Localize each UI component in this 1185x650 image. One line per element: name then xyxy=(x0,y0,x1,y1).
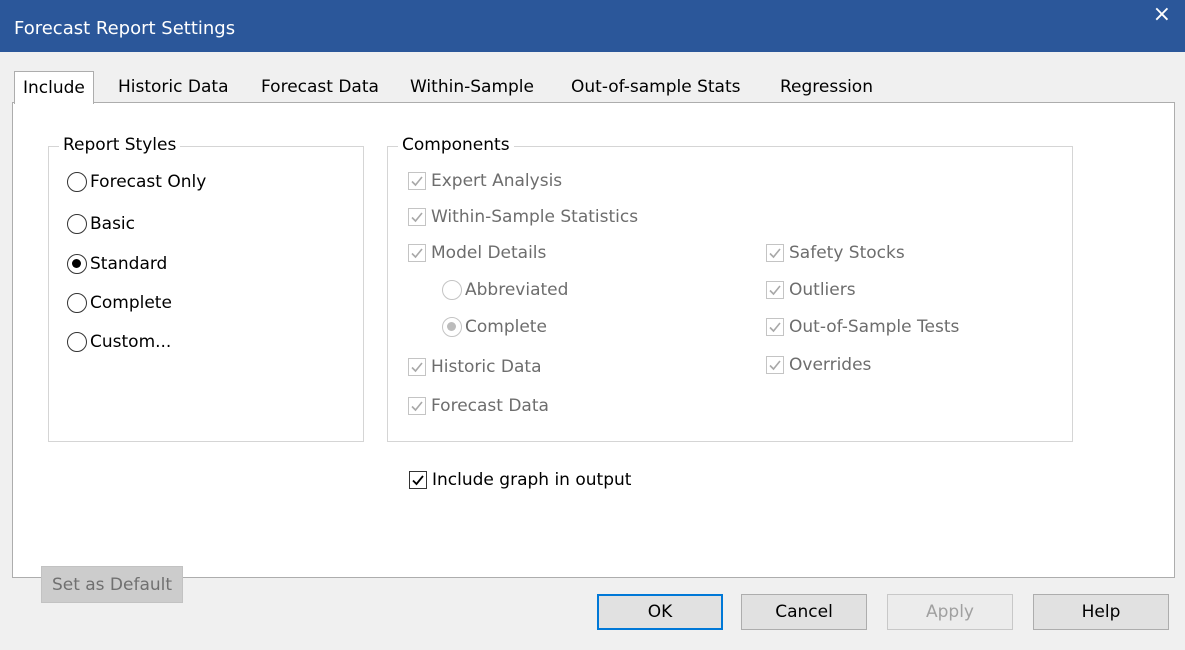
checkmark-icon xyxy=(769,285,781,296)
radio-button[interactable] xyxy=(67,332,87,352)
radio-basic[interactable]: Basic xyxy=(67,214,135,234)
close-icon[interactable]: × xyxy=(1153,4,1171,26)
apply-button[interactable]: Apply xyxy=(887,594,1013,630)
checkmark-icon xyxy=(411,362,423,373)
tab-within-sample[interactable]: Within-Sample xyxy=(410,75,534,103)
checkbox-label: Safety Stocks xyxy=(789,243,905,263)
radio-button[interactable] xyxy=(67,172,87,192)
checkmark-icon xyxy=(411,212,423,223)
components-group: Components Expert Analysis Within-Sample… xyxy=(387,135,1073,442)
title-bar: Forecast Report Settings × xyxy=(0,0,1185,52)
checkbox-box[interactable] xyxy=(408,397,426,415)
report-styles-group: Report Styles Forecast Only Basic Standa… xyxy=(48,135,364,442)
checkbox-label: Overrides xyxy=(789,355,872,375)
checkbox-within-sample-statistics[interactable]: Within-Sample Statistics xyxy=(408,207,638,227)
window-title: Forecast Report Settings xyxy=(14,18,236,39)
radio-label: Standard xyxy=(90,254,168,274)
checkbox-box[interactable] xyxy=(766,356,784,374)
radio-complete-detail[interactable]: Complete xyxy=(442,317,547,337)
checkbox-box[interactable] xyxy=(766,244,784,262)
checkbox-box[interactable] xyxy=(408,244,426,262)
checkmark-icon xyxy=(411,176,423,187)
checkbox-label: Include graph in output xyxy=(432,470,632,490)
checkbox-box[interactable] xyxy=(766,281,784,299)
checkmark-icon xyxy=(412,475,424,486)
radio-forecast-only[interactable]: Forecast Only xyxy=(67,172,206,192)
checkbox-box[interactable] xyxy=(408,358,426,376)
checkbox-out-of-sample-tests[interactable]: Out-of-Sample Tests xyxy=(766,317,959,337)
cancel-button[interactable]: Cancel xyxy=(741,594,867,630)
radio-label: Complete xyxy=(90,293,172,313)
report-styles-legend: Report Styles xyxy=(59,135,181,155)
checkmark-icon xyxy=(769,360,781,371)
checkbox-box[interactable] xyxy=(766,318,784,336)
checkmark-icon xyxy=(769,322,781,333)
radio-label: Forecast Only xyxy=(90,172,207,192)
checkbox-box[interactable] xyxy=(409,471,427,489)
checkbox-historic-data[interactable]: Historic Data xyxy=(408,357,541,377)
radio-complete[interactable]: Complete xyxy=(67,293,172,313)
checkbox-label: Outliers xyxy=(789,280,856,300)
checkmark-icon xyxy=(411,248,423,259)
checkbox-overrides[interactable]: Overrides xyxy=(766,355,871,375)
checkmark-icon xyxy=(411,401,423,412)
radio-abbreviated[interactable]: Abbreviated xyxy=(442,280,568,300)
radio-label: Abbreviated xyxy=(465,280,569,300)
checkbox-include-graph[interactable]: Include graph in output xyxy=(409,470,631,490)
radio-button[interactable] xyxy=(67,214,87,234)
radio-label: Complete xyxy=(465,317,547,337)
checkbox-outliers[interactable]: Outliers xyxy=(766,280,856,300)
radio-custom[interactable]: Custom... xyxy=(67,332,171,352)
tab-regression[interactable]: Regression xyxy=(780,75,873,103)
checkbox-forecast-data[interactable]: Forecast Data xyxy=(408,396,549,416)
radio-standard[interactable]: Standard xyxy=(67,254,167,274)
checkbox-label: Historic Data xyxy=(431,357,542,377)
radio-button-selected[interactable] xyxy=(67,254,87,274)
radio-button-selected[interactable] xyxy=(442,317,462,337)
checkbox-model-details[interactable]: Model Details xyxy=(408,243,546,263)
tab-include[interactable]: Include xyxy=(14,71,94,104)
radio-label: Custom... xyxy=(90,332,172,352)
checkbox-label: Model Details xyxy=(431,243,547,263)
checkbox-label: Within-Sample Statistics xyxy=(431,207,639,227)
tab-panel-include: Report Styles Forecast Only Basic Standa… xyxy=(12,102,1175,603)
checkbox-box[interactable] xyxy=(408,208,426,226)
components-legend: Components xyxy=(398,135,514,155)
checkbox-label: Forecast Data xyxy=(431,396,549,416)
tab-forecast-data[interactable]: Forecast Data xyxy=(261,75,379,103)
checkbox-label: Expert Analysis xyxy=(431,171,563,191)
tab-historic-data[interactable]: Historic Data xyxy=(118,75,228,103)
tab-out-of-sample-stats[interactable]: Out-of-sample Stats xyxy=(571,75,740,103)
checkbox-safety-stocks[interactable]: Safety Stocks xyxy=(766,243,905,263)
radio-button[interactable] xyxy=(442,280,462,300)
help-button[interactable]: Help xyxy=(1033,594,1169,630)
checkbox-box[interactable] xyxy=(408,172,426,190)
set-as-default-button[interactable]: Set as Default xyxy=(41,566,183,603)
checkbox-label: Out-of-Sample Tests xyxy=(789,317,960,337)
ok-button[interactable]: OK xyxy=(597,594,723,630)
radio-button[interactable] xyxy=(67,293,87,313)
radio-label: Basic xyxy=(90,214,136,234)
checkbox-expert-analysis[interactable]: Expert Analysis xyxy=(408,171,562,191)
checkmark-icon xyxy=(769,248,781,259)
dialog-body: Include Historic Data Forecast Data With… xyxy=(0,52,1185,650)
